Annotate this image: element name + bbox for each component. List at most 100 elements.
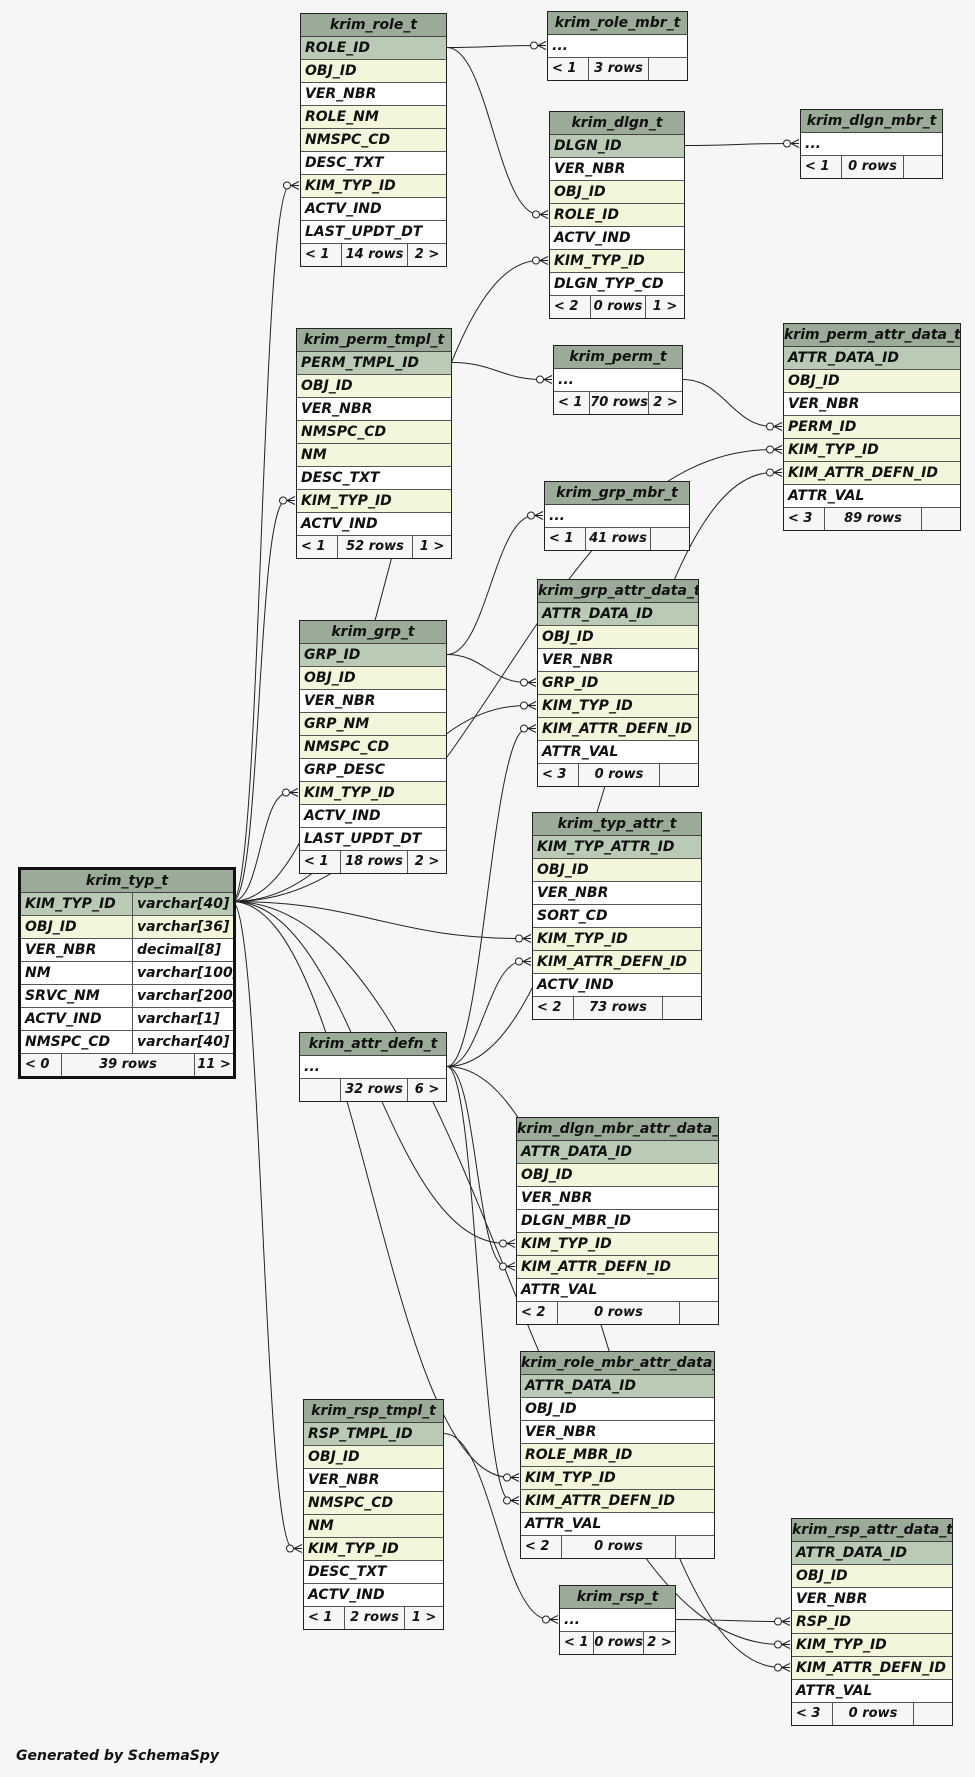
parents-count[interactable]: < 2 [517, 1302, 558, 1324]
table-krim-role-mbr-attr-data-t[interactable]: krim_role_mbr_attr_data_t ATTR_DATA_ID OBJ… [520, 1351, 715, 1559]
column-row[interactable]: NMSPC_CD [304, 1492, 443, 1515]
column-row[interactable]: NMSPC_CD varchar[40] [21, 1031, 233, 1054]
row-count[interactable]: 32 rows [341, 1079, 407, 1101]
column-row[interactable]: OBJ_ID [533, 859, 701, 882]
column-row[interactable]: OBJ_ID [792, 1565, 952, 1588]
column-row[interactable]: ROLE_MBR_ID [521, 1444, 714, 1467]
table-title[interactable]: krim_typ_attr_t [533, 813, 701, 836]
parents-count[interactable]: < 2 [533, 997, 574, 1019]
column-row[interactable]: KIM_TYP_ID [304, 1538, 443, 1561]
column-row[interactable]: DESC_TXT [297, 467, 451, 490]
column-row[interactable]: OBJ_ID [517, 1164, 718, 1187]
column-row[interactable]: KIM_TYP_ID [301, 175, 446, 198]
table-title[interactable]: krim_grp_t [300, 621, 446, 644]
children-count[interactable]: 2 > [407, 244, 446, 266]
column-row[interactable]: VER_NBR [792, 1588, 952, 1611]
table-krim-rsp-t[interactable]: krim_rsp_t... < 10 rows 2 > [559, 1585, 676, 1655]
parents-count[interactable]: < 1 [554, 392, 591, 414]
column-row[interactable]: KIM_TYP_ATTR_ID [533, 836, 701, 859]
parents-count[interactable]: < 1 [297, 536, 338, 558]
column-row[interactable]: ATTR_VAL [784, 485, 960, 508]
column-row[interactable]: KIM_TYP_ID [538, 695, 698, 718]
row-count[interactable]: 70 rows [590, 392, 648, 414]
table-krim-role-mbr-t[interactable]: krim_role_mbr_t... < 13 rows [547, 11, 688, 81]
parents-count[interactable]: < 3 [784, 508, 825, 530]
column-row[interactable]: ROLE_NM [301, 106, 446, 129]
column-row[interactable]: NMSPC_CD [297, 421, 451, 444]
column-row[interactable]: KIM_TYP_ID varchar[40] [21, 893, 233, 916]
column-row[interactable]: NMSPC_CD [301, 129, 446, 152]
row-count[interactable]: 0 rows [591, 296, 645, 318]
column-row[interactable]: OBJ_ID [784, 370, 960, 393]
children-count[interactable]: 2 > [647, 392, 682, 414]
column-row[interactable]: GRP_ID [300, 644, 446, 667]
children-count[interactable] [903, 156, 942, 178]
column-row[interactable]: OBJ_ID varchar[36] [21, 916, 233, 939]
table-krim-perm-t[interactable]: krim_perm_t... < 1 70 rows 2 > [553, 345, 683, 415]
row-count[interactable]: 0 rows [579, 764, 659, 786]
column-row[interactable]: ATTR_DATA_ID [538, 603, 698, 626]
column-row[interactable]: VER_NBR [517, 1187, 718, 1210]
table-krim-typ-t[interactable]: krim_typ_t KIM_TYP_ID varchar[40] OBJ_ID var… [18, 867, 236, 1079]
row-count[interactable]: 3 rows [589, 58, 648, 80]
parents-count[interactable]: < 2 [550, 296, 591, 318]
column-row[interactable]: KIM_TYP_ID [517, 1233, 718, 1256]
children-count[interactable] [675, 1536, 714, 1558]
row-count[interactable]: 89 rows [825, 508, 921, 530]
parents-count[interactable]: < 1 [801, 156, 842, 178]
column-row[interactable]: ACTV_IND varchar[1] [21, 1008, 233, 1031]
column-row[interactable]: ACTV_IND [301, 198, 446, 221]
table-krim-rsp-tmpl-t[interactable]: krim_rsp_tmpl_t RSP_TMPL_ID OBJ_ID VER_NBR N… [303, 1399, 444, 1630]
children-count[interactable] [659, 764, 698, 786]
row-count[interactable]: 18 rows [341, 851, 407, 873]
table-title[interactable]: krim_dlgn_t [550, 112, 684, 135]
parents-count[interactable]: < 2 [521, 1536, 562, 1558]
table-title[interactable]: krim_rsp_attr_data_t [792, 1519, 952, 1542]
column-row[interactable]: LAST_UPDT_DT [300, 828, 446, 851]
column-row[interactable]: OBJ_ID [297, 375, 451, 398]
table-krim-rsp-attr-data-t[interactable]: krim_rsp_attr_data_t ATTR_DATA_ID OBJ_ID VE… [791, 1518, 953, 1726]
row-count[interactable]: 0 rows [842, 156, 903, 178]
table-title[interactable]: krim_perm_attr_data_t [784, 324, 960, 347]
column-row[interactable]: VER_NBR [784, 393, 960, 416]
parents-count[interactable]: < 3 [792, 1703, 833, 1725]
column-row[interactable]: ... [560, 1609, 675, 1632]
table-title[interactable]: krim_role_mbr_attr_data_t [521, 1352, 714, 1375]
column-row[interactable]: DLGN_TYP_CD [550, 273, 684, 296]
column-row[interactable]: ACTV_IND [297, 513, 451, 536]
column-row[interactable]: GRP_DESC [300, 759, 446, 782]
children-count[interactable] [921, 508, 960, 530]
column-row[interactable]: KIM_ATTR_DEFN_ID [784, 462, 960, 485]
column-row[interactable]: KIM_TYP_ID [297, 490, 451, 513]
row-count[interactable]: 0 rows [594, 1632, 643, 1654]
column-row[interactable]: DESC_TXT [304, 1561, 443, 1584]
column-row[interactable]: VER_NBR [538, 649, 698, 672]
children-count[interactable] [913, 1703, 952, 1725]
table-title[interactable]: krim_attr_defn_t [300, 1033, 446, 1056]
column-row[interactable]: NM [297, 444, 451, 467]
table-title[interactable]: krim_rsp_t [560, 1586, 675, 1609]
column-row[interactable]: DLGN_MBR_ID [517, 1210, 718, 1233]
column-row[interactable]: VER_NBR [304, 1469, 443, 1492]
column-row[interactable]: OBJ_ID [550, 181, 684, 204]
column-row[interactable]: DLGN_ID [550, 135, 684, 158]
column-row[interactable]: ATTR_DATA_ID [517, 1141, 718, 1164]
parents-count[interactable] [300, 1079, 341, 1101]
column-row[interactable]: DESC_TXT [301, 152, 446, 175]
column-row[interactable]: KIM_TYP_ID [521, 1467, 714, 1490]
column-row[interactable]: KIM_ATTR_DEFN_ID [517, 1256, 718, 1279]
column-row[interactable]: KIM_ATTR_DEFN_ID [533, 951, 701, 974]
table-title[interactable]: krim_dlgn_mbr_attr_data_t [517, 1118, 718, 1141]
children-count[interactable]: 11 > [194, 1054, 233, 1076]
children-count[interactable]: 1 > [645, 296, 684, 318]
column-row[interactable]: KIM_ATTR_DEFN_ID [792, 1657, 952, 1680]
column-row[interactable]: RSP_TMPL_ID [304, 1423, 443, 1446]
children-count[interactable]: 2 > [407, 851, 446, 873]
children-count[interactable] [662, 997, 701, 1019]
table-krim-role-t[interactable]: krim_role_t ROLE_ID OBJ_ID VER_NBR ROLE_NM NM… [300, 13, 447, 267]
column-row[interactable]: KIM_ATTR_DEFN_ID [538, 718, 698, 741]
column-row[interactable]: ... [545, 505, 689, 528]
column-row[interactable]: ROLE_ID [301, 37, 446, 60]
children-count[interactable]: 1 > [412, 536, 451, 558]
table-krim-dlgn-mbr-t[interactable]: krim_dlgn_mbr_t... < 10 rows [800, 109, 943, 179]
